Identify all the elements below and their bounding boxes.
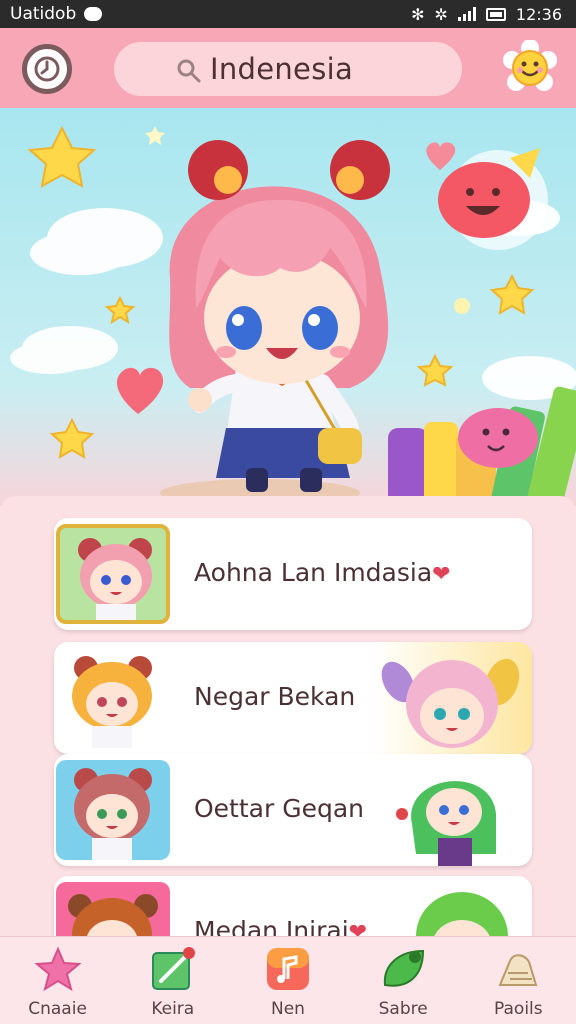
app-header: Indenesia <box>0 28 576 108</box>
item-decoration <box>372 642 532 754</box>
hero-banner <box>0 108 576 506</box>
nav-item-nen[interactable]: Nen <box>238 945 338 1019</box>
nav-label: Paoils <box>494 999 543 1019</box>
bottom-nav: Cnaaie Keira Nen Sabre Paoils <box>0 936 576 1024</box>
status-left: Uatidob <box>10 4 103 24</box>
list-item[interactable]: Oettar Geqan <box>54 754 532 866</box>
carrier-name: Uatidob <box>10 4 77 24</box>
vibrate-icon: ✲ <box>434 4 448 24</box>
battery-icon <box>485 7 506 21</box>
smiley-flower-icon[interactable] <box>502 40 558 96</box>
star-icon <box>34 946 82 992</box>
avatar <box>56 760 170 860</box>
avatar-image <box>74 768 152 860</box>
nav-item-sabre[interactable]: Sabre <box>353 945 453 1019</box>
nav-item-cnaaie[interactable]: Cnaaie <box>8 945 108 1019</box>
chat-bubble-icon <box>84 7 103 21</box>
list-item[interactable]: Aohna Lan Imdasia❤ <box>54 518 532 630</box>
clock-back-icon <box>34 56 60 82</box>
heart-icon: ❤ <box>432 562 451 587</box>
back-button[interactable] <box>22 44 72 94</box>
bluetooth-icon: ✻ <box>411 4 425 24</box>
shell-icon <box>498 954 538 986</box>
result-list: Aohna Lan Imdasia❤ Negar Bekan Oettar Ge… <box>0 496 576 988</box>
nav-label: Sabre <box>378 999 428 1019</box>
nav-label: Nen <box>270 999 305 1019</box>
nav-item-paoils[interactable]: Paoils <box>468 945 568 1019</box>
status-bar: Uatidob ✻ ✲ 12:36 <box>0 0 576 28</box>
search-bar[interactable]: Indenesia <box>114 42 462 96</box>
nav-item-keira[interactable]: Keira <box>123 945 223 1019</box>
nav-label: Keira <box>151 999 195 1019</box>
item-title-text: Aohna Lan Imdasia <box>194 558 433 587</box>
avatar-image <box>78 538 152 620</box>
status-right: ✻ ✲ 12:36 <box>411 5 562 24</box>
leaf-icon <box>384 949 425 987</box>
item-title: Aohna Lan Imdasia❤ <box>194 558 451 587</box>
avatar <box>56 524 170 624</box>
search-icon <box>177 59 201 83</box>
avatar <box>56 648 170 748</box>
signal-icon <box>457 7 476 21</box>
character-side-image <box>381 658 520 748</box>
list-item[interactable]: Negar Bekan <box>54 642 532 754</box>
chibi-girl-illustration <box>10 125 576 506</box>
search-query: Indenesia <box>210 52 354 86</box>
character-side-image <box>396 781 496 866</box>
item-title: Oettar Geqan <box>194 794 364 823</box>
nav-label: Cnaaie <box>28 999 87 1019</box>
music-note-icon <box>266 948 309 990</box>
avatar-image <box>72 656 152 748</box>
item-title: Negar Bekan <box>194 682 356 711</box>
pencil-icon <box>151 947 195 990</box>
clock: 12:36 <box>515 4 562 24</box>
item-decoration <box>372 754 532 866</box>
